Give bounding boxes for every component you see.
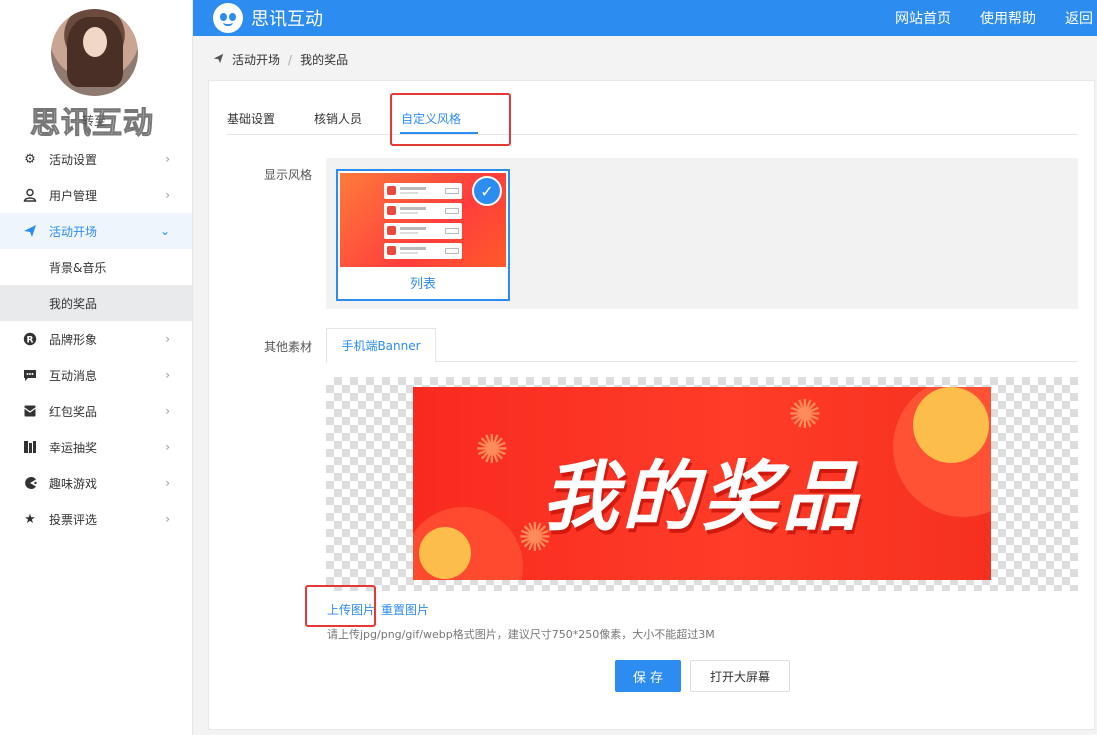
avatar-face <box>83 27 107 57</box>
display-style-label: 显示风格 <box>264 168 313 182</box>
top-bar: 思讯互动 网站首页 使用帮助 返回 <box>193 0 1097 36</box>
style-option-list[interactable]: ✓ 列表 <box>336 169 510 301</box>
logo-eye <box>220 13 227 21</box>
style-thumbnail: ✓ <box>340 173 506 267</box>
chevron-right-icon: › <box>165 440 170 454</box>
top-link-help[interactable]: 使用帮助 <box>980 8 1036 28</box>
upload-hint: 请上传jpg/png/gif/webp格式图片，建议尺寸750*250像素，大小… <box>327 628 715 641</box>
user-icon <box>22 187 38 203</box>
breadcrumb-item[interactable]: 活动开场 <box>232 51 280 68</box>
red-envelope-icon <box>22 403 38 419</box>
tab-mobile-banner[interactable]: 手机端Banner <box>326 328 436 363</box>
sidebar-item-lucky-draw[interactable]: 幸运抽奖 › <box>0 429 192 465</box>
sidebar-item-label: 互动消息 <box>49 368 98 383</box>
sidebar-subitem-background-music[interactable]: 背景&音乐 <box>0 249 192 285</box>
save-button[interactable]: 保 存 <box>615 660 681 692</box>
chevron-right-icon: › <box>165 332 170 346</box>
banner-image: ✺ ✺ ✺ 我的奖品 <box>413 387 991 580</box>
open-big-screen-button[interactable]: 打开大屏幕 <box>690 660 790 692</box>
sidebar-item-label: 红包奖品 <box>49 404 98 419</box>
top-link-back[interactable]: 返回 <box>1065 8 1093 28</box>
thumb-row <box>384 203 462 219</box>
thumb-row <box>384 243 462 259</box>
style-options: ✓ 列表 <box>326 158 1078 309</box>
chevron-right-icon: › <box>165 152 170 166</box>
checkmark-icon: ✓ <box>472 176 502 206</box>
sidebar-item-voting[interactable]: ★ 投票评选 › <box>0 501 192 537</box>
app-title: 思讯互动 <box>251 9 323 30</box>
top-nav: 网站首页 使用帮助 返回 <box>866 0 1093 36</box>
sidebar-item-brand-image[interactable]: R 品牌形象 › <box>0 321 192 357</box>
chevron-right-icon: › <box>165 188 170 202</box>
sidebar-item-red-envelope[interactable]: 红包奖品 › <box>0 393 192 429</box>
chevron-right-icon: › <box>165 368 170 382</box>
sidebar-item-interactive-messages[interactable]: 互动消息 › <box>0 357 192 393</box>
sidebar: 思讯互动 转至 ⚙ 活动设置 › 用户管理 › 活动开场 ⌄ 背景&音乐 我的奖… <box>0 0 193 735</box>
sidebar-item-label: 活动开场 <box>49 224 98 239</box>
avatar[interactable] <box>51 9 138 96</box>
app-logo-icon[interactable] <box>213 3 243 33</box>
tab-custom-style[interactable]: 自定义风格 <box>401 110 461 127</box>
breadcrumb: 活动开场 / 我的奖品 <box>213 51 348 68</box>
chevron-right-icon: › <box>165 404 170 418</box>
logo-eye <box>229 13 236 21</box>
thumb-row <box>384 223 462 239</box>
upload-image-link[interactable]: 上传图片 <box>327 601 375 618</box>
pacman-icon <box>22 475 38 491</box>
tab-active-indicator <box>400 132 478 134</box>
username: 转至 <box>82 114 107 128</box>
tab-verifiers[interactable]: 核销人员 <box>314 110 362 127</box>
sidebar-item-label: 投票评选 <box>49 512 98 527</box>
sidebar-item-label: 幸运抽奖 <box>49 440 98 455</box>
sidebar-item-label: 趣味游戏 <box>49 476 98 491</box>
chat-icon <box>22 367 38 383</box>
logo-mouth <box>223 22 233 26</box>
other-material-label: 其他素材 <box>264 340 313 354</box>
breadcrumb-current: 我的奖品 <box>300 53 349 67</box>
tab-basic-settings[interactable]: 基础设置 <box>227 110 275 127</box>
sidebar-item-label: 用户管理 <box>49 188 98 203</box>
sidebar-item-user-management[interactable]: 用户管理 › <box>0 177 192 213</box>
main-card: 基础设置 核销人员 自定义风格 显示风格 ✓ 列表 其他素材 手机端Banner… <box>208 80 1095 730</box>
style-option-label: 列表 <box>409 277 436 292</box>
svg-text:R: R <box>27 336 34 346</box>
sidebar-item-label: 品牌形象 <box>49 332 98 347</box>
sidebar-subitem-my-prizes[interactable]: 我的奖品 <box>0 285 192 321</box>
star-icon: ★ <box>24 511 36 527</box>
registered-icon: R <box>22 331 38 347</box>
sidebar-item-activity-opening[interactable]: 活动开场 ⌄ <box>0 213 192 249</box>
sidebar-item-label: 活动设置 <box>49 152 98 167</box>
top-link-home[interactable]: 网站首页 <box>895 8 951 28</box>
gears-icon: ⚙ <box>24 151 36 167</box>
banner-text: 我的奖品 <box>542 452 862 541</box>
breadcrumb-separator: / <box>288 52 293 67</box>
lottery-icon <box>22 439 38 455</box>
paper-plane-icon <box>22 223 38 239</box>
sidebar-item-fun-games[interactable]: 趣味游戏 › <box>0 465 192 501</box>
material-tab-bar: 手机端Banner <box>326 328 1078 363</box>
chevron-right-icon: › <box>165 512 170 526</box>
paper-plane-icon <box>213 53 224 67</box>
reset-image-link[interactable]: 重置图片 <box>381 601 429 618</box>
chevron-right-icon: › <box>165 476 170 490</box>
chevron-down-icon: ⌄ <box>159 224 170 238</box>
banner-preview-area: ✺ ✺ ✺ 我的奖品 <box>326 377 1078 591</box>
firework-icon: ✺ <box>788 392 822 438</box>
sidebar-nav: ⚙ 活动设置 › 用户管理 › 活动开场 ⌄ 背景&音乐 我的奖品 R 品牌形象… <box>0 141 192 537</box>
sidebar-item-activity-settings[interactable]: ⚙ 活动设置 › <box>0 141 192 177</box>
thumb-row <box>384 183 462 199</box>
tab-bar: 基础设置 核销人员 自定义风格 <box>227 81 1078 135</box>
